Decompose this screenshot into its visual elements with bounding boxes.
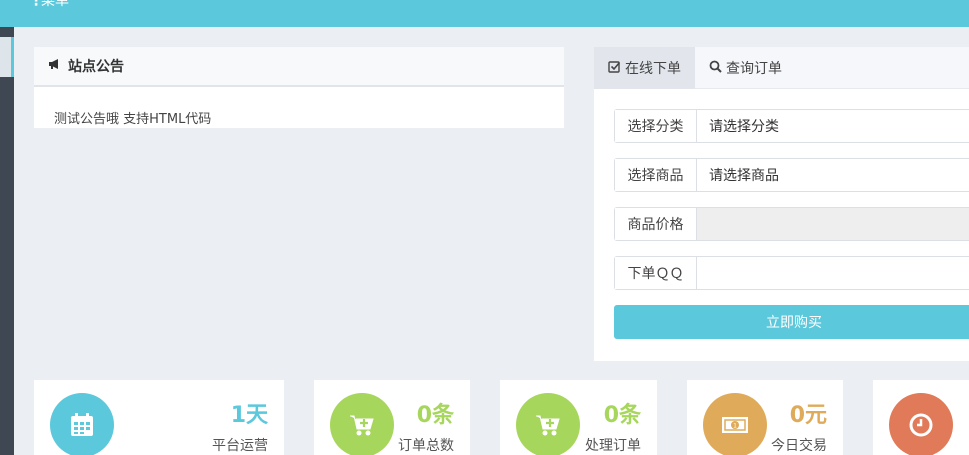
category-label: 选择分类 — [615, 110, 697, 142]
sidebar-active-item[interactable] — [0, 37, 14, 77]
stat-orders-processing-caption: 处理订单 — [585, 438, 641, 454]
order-tabs: 在线下单 查询订单 — [594, 47, 969, 89]
notice-title: 站点公告 — [68, 59, 124, 75]
stat-card-clock — [873, 380, 969, 455]
stat-orders-total-caption: 订单总数 — [398, 438, 454, 454]
tab-query-order-label: 查询订单 — [726, 61, 782, 77]
search-icon — [709, 60, 722, 77]
cart-plus-icon — [330, 393, 394, 455]
stat-orders-total-value: 0条 — [416, 403, 454, 428]
price-field — [697, 208, 969, 240]
stat-card-orders-total: 0条 订单总数 — [314, 380, 470, 455]
sidebar — [0, 27, 14, 455]
qq-label: 下单ＱＱ — [615, 257, 697, 289]
bullhorn-icon — [48, 58, 62, 74]
stat-card-uptime: 1天 平台运营 — [34, 380, 284, 455]
stat-orders-processing-value: 0条 — [603, 403, 641, 428]
money-icon: 1 — [703, 393, 767, 455]
svg-text:1: 1 — [733, 423, 737, 430]
notice-header: 站点公告 — [34, 47, 564, 87]
category-row: 选择分类 请选择分类 — [614, 109, 969, 143]
tab-online-order-label: 在线下单 — [625, 61, 681, 77]
menu-label: 菜单 — [41, 0, 69, 9]
qq-input[interactable] — [697, 257, 969, 289]
buy-now-button[interactable]: 立即购买 — [614, 305, 969, 339]
stat-uptime-caption: 平台运营 — [212, 438, 268, 454]
menu-toggle[interactable]: ⋮菜单 — [29, 0, 69, 11]
product-label: 选择商品 — [615, 159, 697, 191]
stat-today-trade-caption: 今日交易 — [771, 438, 827, 454]
price-row: 商品价格 — [614, 207, 969, 241]
stat-card-orders-processing: 0条 处理订单 — [500, 380, 657, 455]
cart-plus-icon — [516, 393, 580, 455]
category-select[interactable]: 请选择分类 — [697, 110, 969, 142]
price-label: 商品价格 — [615, 208, 697, 240]
clock-icon — [889, 393, 953, 455]
menu-icon: ⋮ — [29, 0, 43, 9]
qq-row: 下单ＱＱ — [614, 256, 969, 290]
tab-online-order[interactable]: 在线下单 — [594, 47, 695, 89]
check-square-icon — [608, 60, 621, 77]
tab-query-order[interactable]: 查询订单 — [695, 47, 796, 89]
stat-card-today-trade: 1 0元 今日交易 — [687, 380, 843, 455]
stat-uptime-value: 1天 — [230, 403, 268, 428]
order-panel: 在线下单 查询订单 选择分类 请选择分类 选择商品 请选择商品 商品价格 下单Ｑ… — [594, 47, 969, 361]
calendar-icon — [50, 393, 114, 455]
product-row: 选择商品 请选择商品 — [614, 158, 969, 192]
notice-panel: 站点公告 测试公告哦 支持HTML代码 — [34, 47, 564, 128]
top-bar: ⋮菜单 — [0, 0, 969, 27]
product-select[interactable]: 请选择商品 — [697, 159, 969, 191]
notice-content: 测试公告哦 支持HTML代码 — [54, 112, 212, 127]
stat-today-trade-value: 0元 — [789, 403, 827, 428]
